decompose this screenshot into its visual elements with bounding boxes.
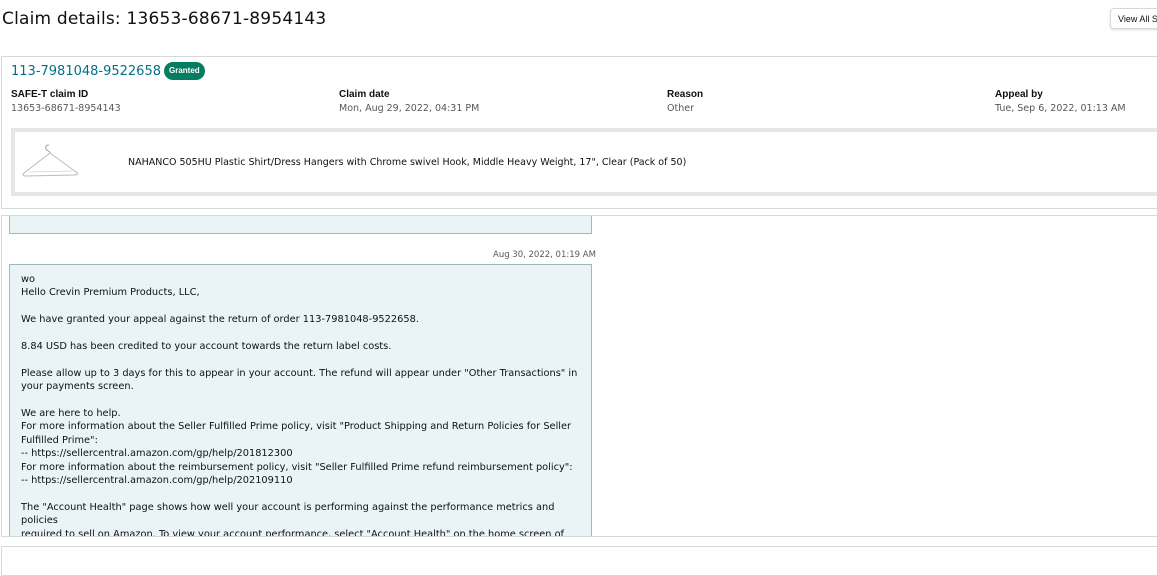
message-line: 8.84 USD has been credited to your accou… <box>21 341 392 352</box>
message-line: -- https://sellercentral.amazon.com/gp/h… <box>21 475 293 487</box>
field-label: Claim date <box>339 89 390 100</box>
claim-summary-card: 113-7981048-9522658 Granted SAFE-T claim… <box>1 56 1157 209</box>
field-label: SAFE-T claim ID <box>11 89 89 100</box>
message-spacer <box>21 353 581 366</box>
order-header: 113-7981048-9522658 Granted <box>11 62 205 80</box>
field-value: 13653-68671-8954143 <box>11 103 121 114</box>
message-line: required to sell on Amazon. To view your… <box>21 528 565 537</box>
product-row: NAHANCO 505HU Plastic Shirt/Dress Hanger… <box>11 128 1157 196</box>
message-spacer <box>21 300 581 313</box>
message-timestamp: Aug 30, 2022, 01:19 AM <box>493 250 596 260</box>
message-line: We have granted your appeal against the … <box>21 314 419 326</box>
message-line: Fulfilled Prime": <box>21 434 98 446</box>
reason-field: Reason Other <box>667 89 703 114</box>
field-value: Mon, Aug 29, 2022, 04:31 PM <box>339 103 480 114</box>
message-thread[interactable]: Aug 30, 2022, 01:19 AM wo Hello Crevin Pr… <box>1 215 1157 537</box>
message-line: For more information about the reimburse… <box>21 461 573 473</box>
message-spacer <box>21 487 581 500</box>
field-label: Appeal by <box>995 89 1043 100</box>
message-line: The "Account Health" page shows how well… <box>21 501 555 527</box>
page-title: Claim details: 13653-68671-8954143 <box>2 9 327 29</box>
message-line: For more information about the Seller Fu… <box>21 421 572 433</box>
message-line: -- https://sellercentral.amazon.com/gp/h… <box>21 448 293 460</box>
view-all-button[interactable]: View All S <box>1110 8 1157 29</box>
product-image[interactable] <box>20 142 80 182</box>
message-line: Please allow up to 3 days for this to ap… <box>21 367 578 379</box>
order-id-link[interactable]: 113-7981048-9522658 <box>11 64 161 79</box>
message-line: your payments screen. <box>21 381 134 393</box>
message-line: wo <box>21 274 36 285</box>
product-title[interactable]: NAHANCO 505HU Plastic Shirt/Dress Hanger… <box>128 157 686 168</box>
field-label: Reason <box>667 89 704 100</box>
message-line: Hello Crevin Premium Products, LLC, <box>21 287 200 299</box>
message-spacer <box>21 394 581 407</box>
status-badge: Granted <box>164 62 205 80</box>
previous-message-bubble <box>9 216 592 234</box>
appeal-by-field: Appeal by Tue, Sep 6, 2022, 01:13 AM <box>995 89 1126 114</box>
hanger-icon <box>22 144 78 177</box>
message-spacer <box>21 327 581 340</box>
claim-id-field: SAFE-T claim ID 13653-68671-8954143 <box>11 89 121 114</box>
field-value: Tue, Sep 6, 2022, 01:13 AM <box>995 103 1126 114</box>
message-bubble: wo Hello Crevin Premium Products, LLC, We … <box>9 264 592 537</box>
field-value: Other <box>667 103 694 114</box>
reply-section <box>1 546 1157 576</box>
claim-date-field: Claim date Mon, Aug 29, 2022, 04:31 PM <box>339 89 479 114</box>
message-line: We are here to help. <box>21 408 121 419</box>
